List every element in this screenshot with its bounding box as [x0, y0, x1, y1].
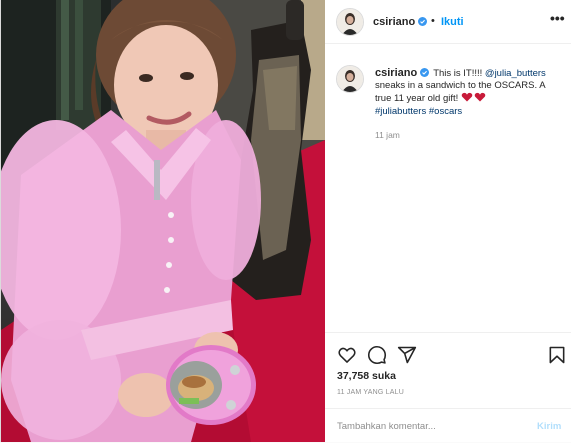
post-photo[interactable] [1, 0, 325, 442]
comment-bubble-icon[interactable] [367, 345, 387, 365]
post-side-panel: csiriano • Ikuti ••• csiriano This is IT!… [325, 0, 571, 442]
header-separator: • [431, 15, 435, 27]
verified-badge-icon [418, 17, 428, 26]
avatar[interactable] [336, 8, 364, 36]
caption-body-start: This is IT!!!! [433, 68, 485, 79]
post-comment-button[interactable]: Kirim [537, 421, 561, 432]
photo-illustration [1, 0, 325, 442]
caption-avatar-image [337, 66, 363, 92]
caption-text: csiriano This is IT!!!! @julia_butters sn… [375, 67, 563, 118]
hashtag-link-oscars[interactable]: #oscars [429, 106, 462, 117]
likes-count[interactable]: 37,758 suka [337, 370, 396, 382]
header-username[interactable]: csiriano [373, 16, 428, 28]
post-header: csiriano • Ikuti ••• [325, 0, 571, 44]
heart-outline-icon[interactable] [337, 345, 357, 365]
posted-timestamp[interactable]: 11 JAM YANG LALU [337, 389, 404, 396]
hashtag-link-juliabutters[interactable]: #juliabutters [375, 106, 426, 117]
more-options-icon[interactable]: ••• [550, 10, 565, 26]
red-hearts-emoji-icon [461, 93, 486, 102]
follow-button[interactable]: Ikuti [441, 16, 464, 28]
avatar-image [337, 9, 363, 35]
paper-plane-icon[interactable] [397, 345, 417, 365]
post-card: csiriano • Ikuti ••• csiriano This is IT!… [0, 0, 571, 442]
bookmark-icon[interactable] [547, 345, 567, 365]
caption-avatar[interactable] [336, 65, 364, 93]
caption-verified-badge-icon [420, 68, 430, 77]
comment-input[interactable] [337, 415, 527, 437]
comment-bar: Kirim [325, 408, 571, 443]
caption-timestamp[interactable]: 11 jam [375, 130, 400, 140]
caption-username[interactable]: csiriano [375, 67, 417, 79]
caption-mention-link[interactable]: @julia_butters [485, 68, 546, 79]
header-username-text[interactable]: csiriano [373, 16, 415, 28]
post-actions: 37,758 suka 11 JAM YANG LALU Kirim [325, 332, 571, 442]
